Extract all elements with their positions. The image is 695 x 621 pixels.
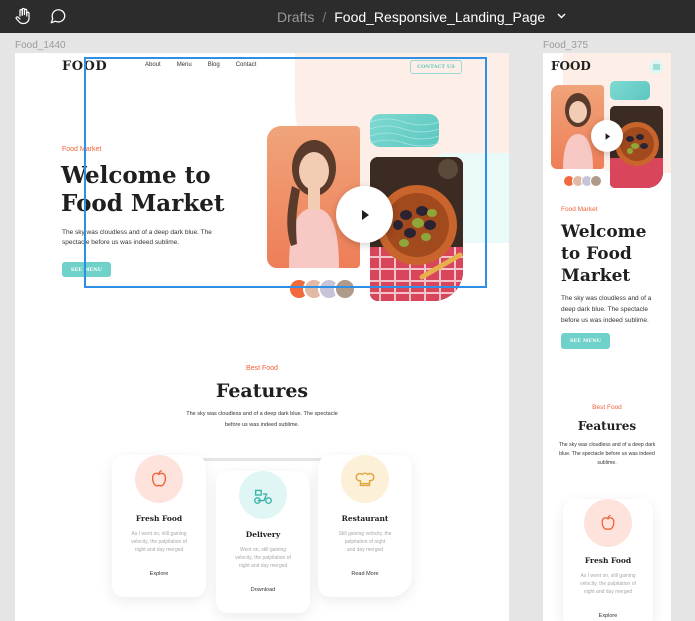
frame-label-mobile[interactable]: Food_375 [543, 40, 588, 51]
mobile-feature-card-fresh-food[interactable]: Fresh Food As I went on, still gaining v… [563, 499, 653, 621]
file-name[interactable]: Food_Responsive_Landing_Page [334, 9, 545, 25]
card-link-explore[interactable]: Explore [112, 571, 206, 577]
scooter-icon [239, 471, 287, 519]
card-title: Restaurant [341, 514, 389, 523]
feature-card-delivery[interactable]: Delivery Went on, still gaining velocity… [216, 471, 310, 613]
hand-icon[interactable] [12, 5, 34, 27]
mobile-hero-desc-line-2: deep dark blue. The spectacle [561, 306, 648, 313]
features-desc-line-1: The sky was cloudless and of a deep dark… [186, 411, 338, 417]
card-text: Went on, still gaining velocity, the pal… [235, 547, 291, 569]
comment-icon[interactable] [47, 5, 69, 27]
mobile-hero-desc-line-3: before us was indeed sublime. [561, 317, 649, 324]
card-link-explore[interactable]: Explore [563, 613, 653, 619]
breadcrumb-separator: / [322, 8, 327, 25]
mobile-hero-title-line-2: to Food [561, 244, 632, 264]
mobile-features-desc-line-1: The sky was cloudless and of a deep dark [558, 442, 656, 448]
card-link-read-more[interactable]: Read More [318, 571, 412, 577]
card-link-download[interactable]: Download [216, 587, 310, 593]
apple-icon [584, 499, 632, 547]
mobile-features-description: The sky was cloudless and of a deep dark… [543, 441, 671, 468]
chef-hat-icon [341, 455, 389, 503]
apple-icon [135, 455, 183, 503]
card-title: Fresh Food [584, 556, 632, 565]
breadcrumb: Drafts / Food_Responsive_Landing_Page [277, 0, 566, 33]
card-text: Still gaining velocity, the palpitation … [338, 531, 392, 553]
mobile-hero-description: The sky was cloudless and of a deep dark… [561, 293, 651, 326]
mobile-play-button[interactable] [591, 120, 623, 152]
selection-box[interactable] [84, 57, 487, 288]
mobile-hero-desc-line-1: The sky was cloudless and of a [561, 295, 652, 302]
breadcrumb-drafts[interactable]: Drafts [277, 9, 314, 25]
frame-label-desktop[interactable]: Food_1440 [15, 40, 66, 51]
top-toolbar: Drafts / Food_Responsive_Landing_Page [0, 0, 695, 33]
mobile-hero-title-line-1: Welcome [561, 222, 647, 242]
chevron-down-icon[interactable] [557, 11, 566, 22]
feature-card-fresh-food[interactable]: Fresh Food As I went on, still gaining v… [112, 455, 206, 597]
features-desc-line-2: before us was indeed sublime. [224, 422, 300, 428]
mobile-hero-title: Welcome to Food Market [561, 221, 646, 287]
mobile-avatar-4[interactable] [590, 175, 602, 187]
mobile-features-title: Features [577, 419, 637, 433]
features-description: The sky was cloudless and of a deep dark… [15, 409, 509, 431]
mobile-logo[interactable]: FOOD [551, 59, 591, 73]
card-text: As I went on, still gaining velocity, th… [580, 573, 636, 595]
mobile-features-tag: Best Food [592, 404, 622, 411]
mobile-features-desc-line-2: blue. The spectacle before us was indeed [559, 451, 655, 457]
mobile-frame[interactable]: FOOD Food Market Welcome to Food Market [543, 53, 671, 621]
card-title: Delivery [245, 530, 281, 539]
play-icon [605, 132, 610, 140]
card-title: Fresh Food [135, 514, 183, 523]
features-title: Features [215, 380, 309, 402]
mobile-features-desc-line-3: sublime. [597, 460, 617, 466]
card-text: As I went on, still gaining velocity, th… [131, 531, 187, 553]
hamburger-menu-icon[interactable] [649, 60, 663, 74]
mobile-hero-title-line-3: Market [561, 266, 631, 286]
mobile-hero-tag: Food Market [561, 206, 598, 213]
features-tag: Best Food [246, 365, 278, 372]
mobile-mint-image [610, 81, 650, 100]
mobile-see-menu-button[interactable]: SEE MENU [561, 333, 610, 349]
feature-card-restaurant[interactable]: Restaurant Still gaining velocity, the p… [318, 455, 412, 597]
